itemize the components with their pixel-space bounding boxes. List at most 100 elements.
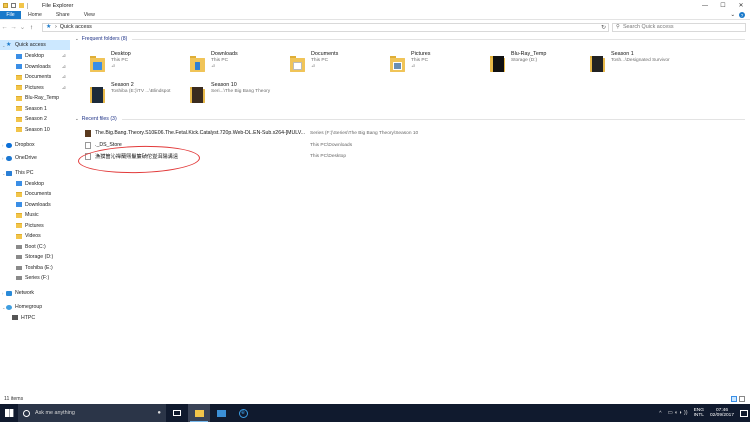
close-button[interactable]: ✕	[732, 0, 750, 11]
expand-chevron-icon[interactable]: ›	[2, 291, 3, 296]
refresh-icon[interactable]: ↻	[601, 24, 606, 31]
tab-file[interactable]: File	[0, 11, 21, 19]
sidebar-item-pc-videos[interactable]: Videos	[0, 231, 70, 241]
properties-icon[interactable]	[11, 3, 16, 8]
folder-name: Downloads	[211, 51, 238, 57]
star-icon: ★	[6, 41, 12, 48]
folder-tile-season-1[interactable]: Season 1 Tosh...\Designated Survivor	[578, 50, 678, 80]
path-separator: ›	[55, 24, 57, 30]
taskbar-edge[interactable]: e	[232, 404, 254, 422]
taskbar-file-explorer[interactable]	[188, 404, 210, 422]
pin-icon: ⊿	[311, 64, 316, 69]
sidebar-item-network[interactable]: › Network	[0, 288, 70, 298]
desktop-folder-icon	[16, 181, 22, 186]
action-center-icon[interactable]	[740, 409, 748, 417]
back-button[interactable]: ←	[0, 24, 9, 31]
expand-chevron-icon[interactable]: ⌄	[2, 305, 6, 310]
tab-home[interactable]: Home	[21, 11, 49, 19]
sidebar-item-qa-documents[interactable]: Documents ⊿	[0, 72, 70, 82]
taskbar-store[interactable]	[210, 404, 232, 422]
details-view-icon[interactable]	[731, 395, 737, 402]
sidebar-item-dropbox[interactable]: › Dropbox	[0, 140, 70, 150]
sidebar-item-onedrive[interactable]: › OneDrive	[0, 153, 70, 163]
help-icon[interactable]: ?	[739, 12, 745, 18]
breadcrumb-quick-access[interactable]: Quick access	[60, 24, 92, 30]
downloads-folder-icon	[16, 64, 22, 69]
show-hidden-icons-button[interactable]: ^	[659, 411, 661, 416]
microphone-icon[interactable]: ●	[157, 410, 161, 416]
sidebar-item-qa-season-10[interactable]: Season 10	[0, 125, 70, 135]
drive-icon	[16, 244, 22, 249]
folder-name: Blu-Ray_Temp	[511, 51, 547, 57]
new-folder-icon[interactable]	[19, 3, 24, 8]
divider	[121, 118, 745, 120]
sidebar-item-homegroup[interactable]: ⌄ Homegroup	[0, 302, 70, 312]
tab-share[interactable]: Share	[49, 11, 77, 19]
input-language[interactable]: ENG INTL	[694, 408, 704, 418]
folder-tile-season-10[interactable]: Season 10 Seri...\The Big Bang Theory	[178, 81, 278, 111]
folder-location: Toshiba (E:)\TV ...\Blindspot	[111, 89, 171, 94]
expand-chevron-icon[interactable]: ›	[2, 143, 3, 148]
recent-locations-button[interactable]: ⌄	[18, 23, 27, 31]
folder-tile-season-2[interactable]: Season 2 Toshiba (E:)\TV ...\Blindspot	[78, 81, 178, 111]
sidebar-item-label: HTPC	[21, 314, 36, 321]
sidebar-item-label: Quick access	[15, 42, 46, 48]
sidebar-item-quick-access[interactable]: ⌄ ★ Quick access	[0, 40, 70, 50]
sidebar-item-drive-d[interactable]: Storage (D:)	[0, 252, 70, 262]
expand-ribbon-icon[interactable]: ⌄	[730, 12, 735, 18]
up-button[interactable]: ↑	[27, 24, 36, 31]
collapse-chevron-icon[interactable]: ⌄	[75, 36, 79, 42]
large-icons-view-icon[interactable]	[739, 395, 745, 402]
expand-chevron-icon[interactable]: ›	[2, 156, 3, 161]
lang-layout: INTL	[693, 413, 704, 418]
sidebar-item-label: Season 2	[25, 116, 47, 122]
address-bar[interactable]: ★ › Quick access ↻	[42, 22, 609, 32]
sidebar-item-qa-desktop[interactable]: Desktop ⊿	[0, 51, 70, 61]
tray-status-icons[interactable]: ▭ ◖ ◗ ))	[667, 410, 687, 416]
sidebar-item-pc-downloads[interactable]: Downloads	[0, 200, 70, 210]
pictures-folder-icon	[16, 223, 22, 228]
sidebar-item-drive-e[interactable]: Toshiba (E:)	[0, 263, 70, 273]
sidebar-item-drive-f[interactable]: Series (F:)	[0, 273, 70, 283]
sidebar-item-qa-season-2[interactable]: Season 2	[0, 114, 70, 124]
folder-tile-downloads[interactable]: Downloads This PC ⊿	[178, 50, 278, 80]
sidebar-item-label: Desktop	[25, 180, 45, 187]
clock[interactable]: 07:46 02/09/2017	[710, 408, 734, 419]
recent-files-header[interactable]: ⌄ Recent files (3)	[75, 116, 745, 122]
sidebar-item-label: Documents	[25, 74, 52, 80]
minimize-button[interactable]: —	[696, 0, 714, 11]
folder-tile-pictures[interactable]: Pictures This PC ⊿	[378, 50, 478, 80]
sidebar-item-qa-season-1[interactable]: Season 1	[0, 104, 70, 114]
maximize-button[interactable]: ☐	[714, 0, 732, 11]
cortana-search-box[interactable]: Ask me anything ●	[18, 404, 166, 422]
sidebar-item-qa-downloads[interactable]: Downloads ⊿	[0, 62, 70, 72]
expand-chevron-icon[interactable]: ⌄	[2, 43, 6, 48]
search-input[interactable]: ⚲ Search Quick access	[612, 22, 746, 32]
start-button[interactable]	[0, 404, 18, 422]
sidebar-item-pc-music[interactable]: Music	[0, 210, 70, 220]
this-pc-icon	[6, 170, 12, 176]
folder-tile-documents[interactable]: Documents This PC ⊿	[278, 50, 378, 80]
folder-location: Tosh...\Designated Survivor	[611, 58, 670, 63]
sidebar-item-pc-desktop[interactable]: Desktop	[0, 179, 70, 189]
search-placeholder: Search Quick access	[622, 24, 674, 30]
sidebar-item-this-pc[interactable]: ⌄ This PC	[0, 168, 70, 178]
tab-view[interactable]: View	[77, 11, 102, 19]
collapse-chevron-icon[interactable]: ⌄	[75, 116, 79, 122]
sidebar-item-qa-pictures[interactable]: Pictures ⊿	[0, 83, 70, 93]
sidebar-item-htpc[interactable]: HTPC	[0, 313, 70, 323]
task-view-button[interactable]	[166, 404, 188, 422]
sidebar-item-qa-bluray-temp[interactable]: Blu-Ray_Temp	[0, 93, 70, 103]
pictures-folder-icon	[390, 55, 405, 72]
sidebar-item-pc-pictures[interactable]: Pictures	[0, 221, 70, 231]
sidebar-item-drive-c[interactable]: Boot (C:)	[0, 242, 70, 252]
recent-file-row[interactable]: The.Big.Bang.Theory.S10E06.The.Fetal.Kic…	[85, 128, 685, 138]
expand-chevron-icon[interactable]: ⌄	[2, 171, 6, 176]
forward-button[interactable]: →	[9, 24, 18, 31]
sidebar-item-pc-documents[interactable]: Documents	[0, 189, 70, 199]
desktop-folder-icon	[90, 55, 105, 72]
frequent-folders-header[interactable]: ⌄ Frequent folders (8)	[75, 36, 745, 42]
folder-tile-bluray-temp[interactable]: Blu-Ray_Temp Storage (D:)	[478, 50, 578, 80]
downloads-folder-icon	[16, 202, 22, 207]
folder-tile-desktop[interactable]: Desktop This PC ⊿	[78, 50, 178, 80]
